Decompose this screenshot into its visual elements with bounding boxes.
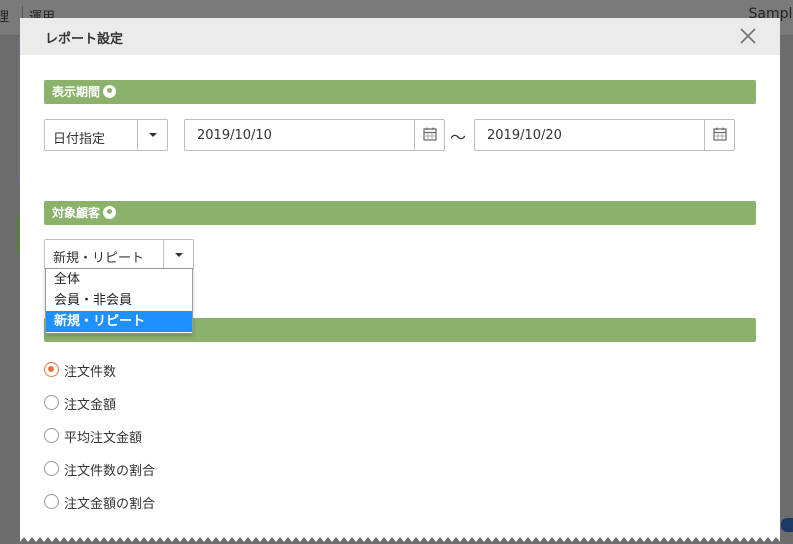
radio-label: 注文金額: [64, 398, 117, 413]
calendar-button[interactable]: [704, 120, 734, 150]
close-icon: [740, 28, 756, 44]
radio-button[interactable]: [44, 461, 59, 476]
section-header-display-period: 表示期間: [44, 80, 756, 104]
background-help-icon: [781, 518, 793, 532]
modal-header: レポート設定: [20, 18, 780, 55]
date-range-separator: ～: [450, 128, 467, 147]
target-customer-select[interactable]: 新規・リピート: [44, 239, 194, 270]
target-customer-value: 新規・リピート: [53, 251, 145, 266]
section-header-target-customer: 対象顧客: [44, 201, 756, 225]
radio-button[interactable]: [44, 494, 59, 509]
calendar-button[interactable]: [414, 120, 444, 150]
report-settings-modal: レポート設定 表示期間 日付指定 2019/10/10 ～ 2019/10/20…: [20, 18, 780, 542]
date-mode-value: 日付指定: [53, 132, 106, 147]
modal-title: レポート設定: [45, 32, 124, 47]
calendar-icon: [713, 127, 727, 141]
radio-label: 注文件数の割合: [64, 464, 156, 479]
radio-label: 注文件数: [64, 365, 117, 380]
radio-label: 平均注文金額: [64, 431, 143, 446]
date-from-field[interactable]: 2019/10/10: [184, 119, 445, 151]
dropdown-option-new-repeat[interactable]: 新規・リピート: [46, 311, 192, 332]
background-nav-item: 理: [0, 10, 10, 25]
lightbulb-icon[interactable]: [103, 206, 117, 219]
chevron-down-icon[interactable]: [137, 120, 167, 150]
radio-button[interactable]: [44, 428, 59, 443]
section-label: 表示期間: [52, 85, 101, 99]
close-button[interactable]: [736, 24, 760, 48]
radio-button[interactable]: [44, 395, 59, 410]
date-from-value: 2019/10/10: [197, 128, 272, 143]
target-customer-dropdown: 全体 会員・非会員 新規・リピート: [45, 268, 193, 334]
dropdown-option-all[interactable]: 全体: [46, 269, 192, 290]
dropdown-option-member[interactable]: 会員・非会員: [46, 290, 192, 311]
radio-label: 注文金額の割合: [64, 497, 156, 512]
date-to-field[interactable]: 2019/10/20: [474, 119, 735, 151]
date-to-value: 2019/10/20: [487, 128, 562, 143]
date-mode-select[interactable]: 日付指定: [44, 119, 168, 151]
torn-edge-divider: [20, 537, 780, 542]
lightbulb-icon[interactable]: [103, 85, 117, 98]
section-label: 対象顧客: [52, 206, 101, 220]
chevron-down-icon[interactable]: [163, 240, 193, 269]
calendar-icon: [423, 127, 437, 141]
radio-button[interactable]: [44, 362, 59, 377]
